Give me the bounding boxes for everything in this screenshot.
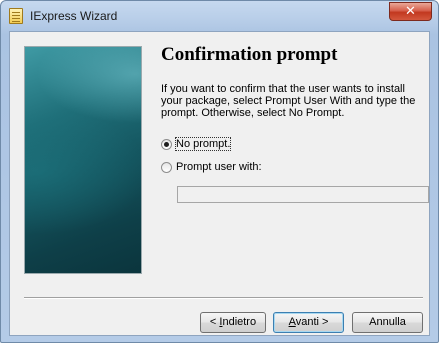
next-button[interactable]: Avanti >	[273, 312, 344, 333]
next-button-label: vanti >	[295, 316, 329, 328]
wizard-client-area: Confirmation prompt If you want to confi…	[9, 31, 430, 336]
radio-no-prompt[interactable]: No prompt.	[161, 137, 281, 153]
iexpress-app-icon[interactable]	[9, 8, 23, 24]
page-title: Confirmation prompt	[161, 44, 338, 65]
back-button-label: ndietro	[222, 316, 257, 328]
close-icon: ✕	[405, 4, 416, 19]
wizard-side-banner-image	[24, 46, 142, 274]
radio-prompt-user-with[interactable]: Prompt user with:	[161, 161, 301, 176]
radio-prompt-user-with-label[interactable]: Prompt user with:	[176, 161, 262, 173]
radio-no-prompt-label[interactable]: No prompt.	[174, 137, 232, 151]
button-separator	[24, 297, 423, 299]
back-button-prefix: <	[209, 316, 220, 328]
cancel-button-label: Annulla	[369, 316, 406, 328]
prompt-text-input[interactable]	[177, 186, 429, 203]
radio-no-prompt-button[interactable]	[161, 139, 172, 150]
close-button[interactable]: ✕	[389, 2, 432, 21]
radio-prompt-user-with-button[interactable]	[161, 162, 172, 173]
cancel-button[interactable]: Annulla	[352, 312, 423, 333]
title-bar[interactable]: IExpress Wizard ✕	[1, 1, 438, 31]
back-button[interactable]: < Indietro	[200, 312, 266, 333]
iexpress-wizard-window: IExpress Wizard ✕ Confirmation prompt If…	[0, 0, 439, 343]
window-title: IExpress Wizard	[30, 9, 118, 23]
next-button-mnemonic: A	[288, 316, 296, 328]
page-description: If you want to confirm that the user wan…	[161, 83, 416, 119]
